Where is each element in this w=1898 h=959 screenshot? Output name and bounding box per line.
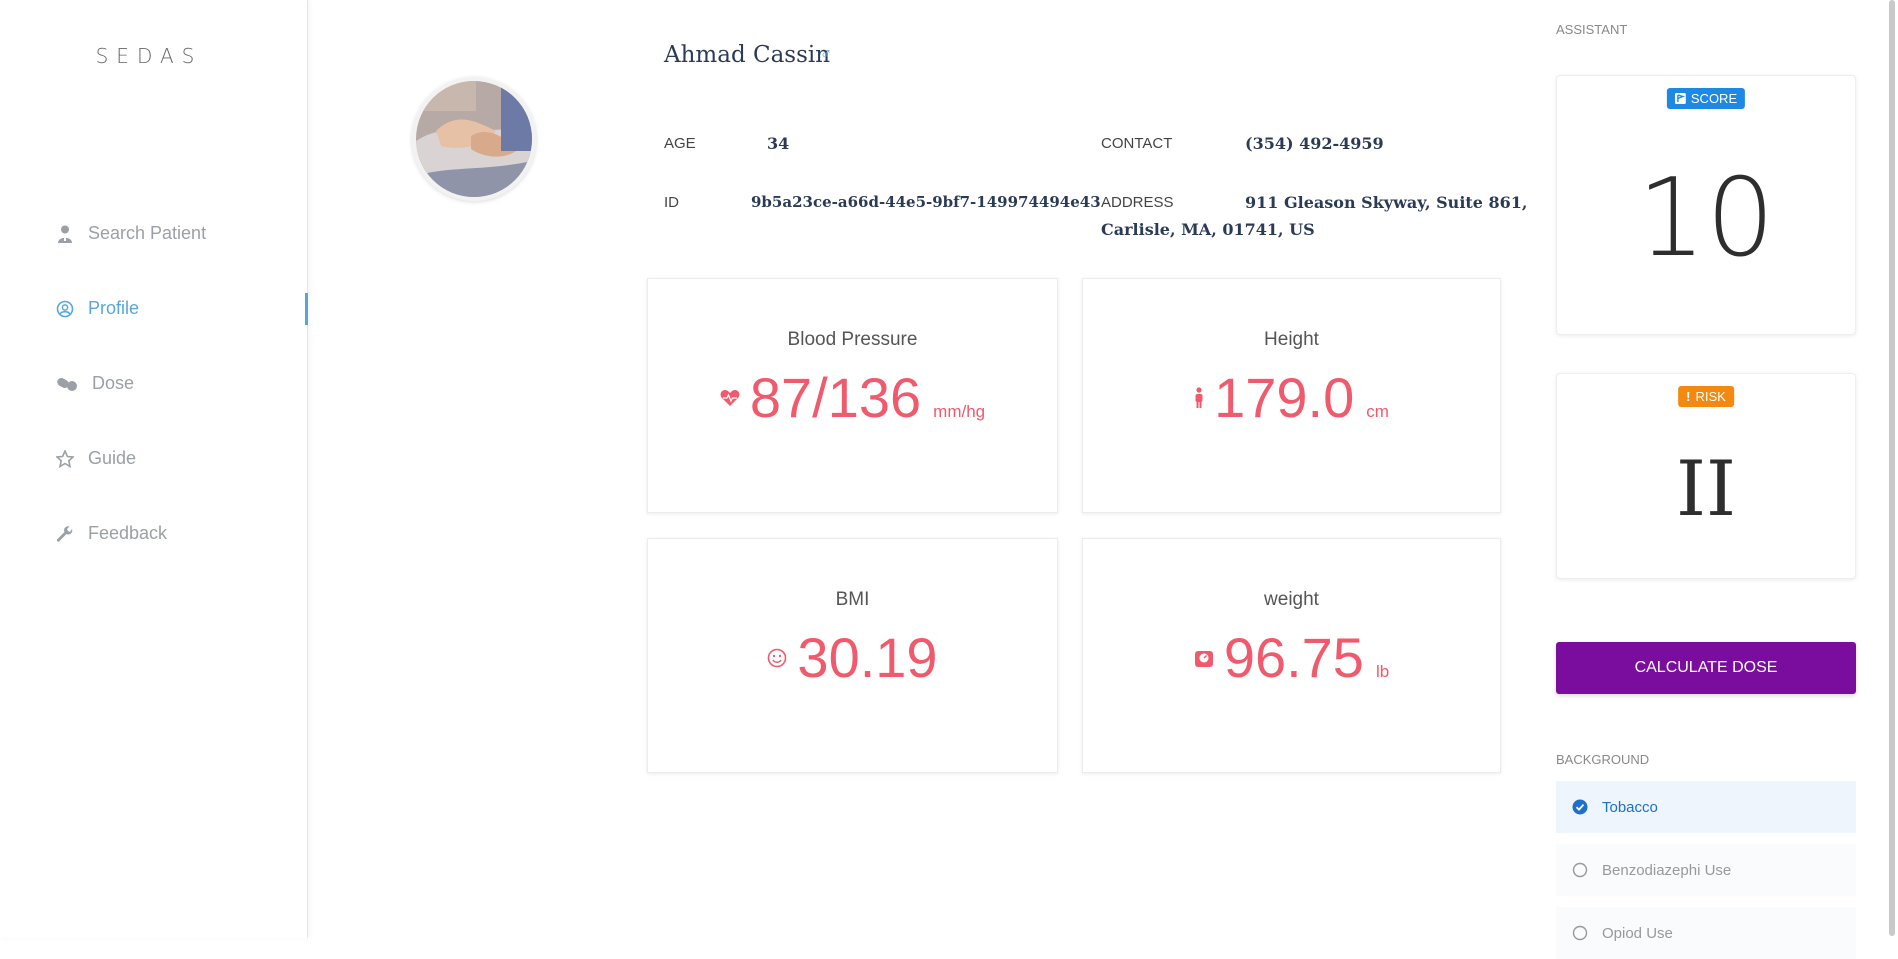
card-value: 87/136 mm/hg bbox=[648, 365, 1057, 430]
risk-badge: ! RISK bbox=[1678, 386, 1734, 407]
address-label: ADDRESS bbox=[1101, 194, 1174, 211]
id-label: ID bbox=[664, 194, 679, 211]
background-item-label: Benzodiazephi Use bbox=[1602, 861, 1732, 879]
doctor-icon bbox=[56, 225, 74, 243]
bmi-card: BMI 30.19 bbox=[647, 538, 1058, 773]
score-badge: SCORE bbox=[1666, 88, 1746, 109]
age-label: AGE bbox=[664, 135, 696, 152]
exclamation-icon: ! bbox=[1686, 389, 1691, 404]
sidebar-item-search-patient[interactable]: Search Patient bbox=[0, 196, 308, 271]
sidebar-item-dose[interactable]: Dose bbox=[0, 346, 308, 421]
wrench-icon bbox=[56, 525, 74, 543]
sidebar-item-label: Profile bbox=[88, 298, 140, 318]
calculate-dose-button[interactable]: CALCULATE DOSE bbox=[1556, 642, 1856, 694]
card-value: 96.75 lb bbox=[1083, 625, 1500, 690]
background-item-opiod[interactable]: Opiod Use bbox=[1556, 907, 1856, 959]
assistant-heading: ASSISTANT bbox=[1556, 22, 1628, 37]
bmi-value: 30.19 bbox=[797, 626, 938, 689]
height-unit: cm bbox=[1366, 402, 1389, 421]
sidebar-item-label: Dose bbox=[92, 373, 135, 393]
flag-icon bbox=[1674, 93, 1686, 104]
card-title: BMI bbox=[835, 589, 870, 610]
scrollbar-thumb[interactable] bbox=[1889, 0, 1895, 936]
height-card: Height 179.0 cm bbox=[1082, 278, 1501, 513]
background-item-tobacco[interactable]: Tobacco bbox=[1556, 781, 1856, 833]
sidebar-nav: Search Patient Profile Dose Guide Feedba… bbox=[0, 196, 308, 571]
sidebar: SEDAS Search Patient Profile Dose Guide bbox=[0, 0, 308, 938]
user-circle-icon bbox=[56, 300, 74, 318]
score-badge-label: SCORE bbox=[1690, 91, 1738, 106]
pills-icon bbox=[56, 375, 78, 393]
person-icon bbox=[1194, 386, 1204, 409]
sidebar-item-feedback[interactable]: Feedback bbox=[0, 496, 308, 571]
weight-unit: lb bbox=[1375, 662, 1390, 681]
contact-label: CONTACT bbox=[1101, 135, 1173, 152]
background-item-label: Tobacco bbox=[1602, 798, 1658, 816]
address-line1: 911 Gleason Skyway, Suite 861, bbox=[1245, 193, 1528, 212]
address-line2: Carlisle, MA, 01741, US bbox=[1101, 220, 1315, 239]
radio-circle-icon bbox=[1572, 862, 1588, 878]
weight-card: weight 96.75 lb bbox=[1082, 538, 1501, 773]
heartbeat-icon bbox=[720, 389, 740, 407]
check-circle-icon bbox=[1572, 799, 1588, 815]
score-card: SCORE 10 bbox=[1556, 75, 1856, 335]
weight-value: 96.75 bbox=[1223, 626, 1364, 689]
radio-circle-icon bbox=[1572, 925, 1588, 941]
sidebar-item-label: Feedback bbox=[88, 523, 168, 543]
bp-value: 87/136 bbox=[749, 366, 922, 429]
smile-icon bbox=[767, 648, 787, 668]
male-icon: ♂ bbox=[820, 46, 832, 63]
patient-name: Ahmad Cassin bbox=[664, 42, 831, 68]
page-scrollbar[interactable] bbox=[1888, 0, 1896, 938]
risk-card: ! RISK II bbox=[1556, 373, 1856, 579]
blood-pressure-card: Blood Pressure 87/136 mm/hg bbox=[647, 278, 1058, 513]
bp-unit: mm/hg bbox=[933, 402, 986, 421]
patient-avatar bbox=[412, 77, 536, 201]
card-title: Height bbox=[1264, 329, 1319, 350]
card-value: 30.19 bbox=[648, 625, 1057, 690]
scale-icon bbox=[1194, 648, 1214, 668]
id-value: 9b5a23ce-a66d-44e5-9bf7-149974494e43 bbox=[751, 193, 1101, 211]
sidebar-item-profile[interactable]: Profile bbox=[0, 271, 308, 346]
sidebar-item-label: Guide bbox=[88, 448, 137, 468]
card-value: 179.0 cm bbox=[1083, 365, 1500, 430]
sidebar-item-label: Search Patient bbox=[88, 223, 207, 243]
age-value: 34 bbox=[767, 134, 790, 153]
score-value: 10 bbox=[1637, 156, 1775, 281]
card-title: weight bbox=[1264, 589, 1319, 610]
card-title: Blood Pressure bbox=[787, 329, 918, 350]
risk-badge-label: RISK bbox=[1695, 389, 1726, 404]
height-value: 179.0 bbox=[1214, 366, 1355, 429]
background-heading: BACKGROUND bbox=[1556, 752, 1650, 767]
background-item-label: Opiod Use bbox=[1602, 924, 1673, 942]
sidebar-item-guide[interactable]: Guide bbox=[0, 421, 308, 496]
risk-value: II bbox=[1675, 444, 1737, 533]
contact-value: (354) 492-4959 bbox=[1245, 134, 1384, 153]
brand-logo: SEDAS bbox=[95, 44, 203, 68]
background-item-benzodiazepine[interactable]: Benzodiazephi Use bbox=[1556, 844, 1856, 896]
star-icon bbox=[56, 449, 74, 468]
